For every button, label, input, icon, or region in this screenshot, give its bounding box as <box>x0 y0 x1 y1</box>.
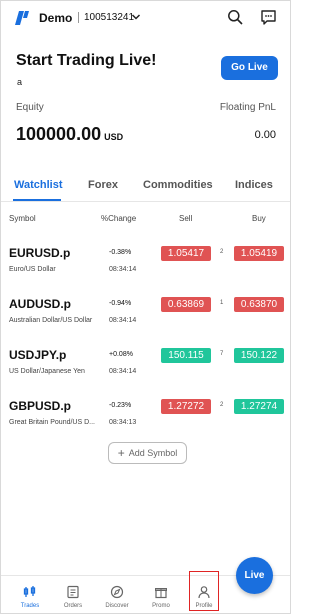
symbol-name: GBPUSD.p <box>9 399 72 413</box>
nav-promo[interactable]: Promo <box>141 576 181 613</box>
sell-price-button[interactable]: 1.27272 <box>161 399 211 414</box>
sell-price-button[interactable]: 1.05417 <box>161 246 211 261</box>
sell-price-button[interactable]: 0.63869 <box>161 297 211 312</box>
nav-trades[interactable]: Trades <box>10 576 50 613</box>
watchlist-row[interactable]: USDJPY.p US Dollar/Japanese Yen +0.08% 0… <box>1 348 290 398</box>
spread-value: 2 <box>220 402 224 408</box>
add-symbol-label: Add Symbol <box>128 448 178 458</box>
change-percent: -0.94% <box>109 300 132 307</box>
trades-icon <box>23 586 36 597</box>
quote-time: 08:34:14 <box>109 317 137 324</box>
spread-value: 1 <box>220 300 224 306</box>
top-bar: Demo 100513241 <box>1 1 290 37</box>
watchlist-row[interactable]: AUDUSD.p Australian Dollar/US Dollar -0.… <box>1 297 290 347</box>
tab-forex[interactable]: Forex <box>88 179 118 191</box>
account-number[interactable]: 100513241 <box>84 12 134 23</box>
account-type[interactable]: Demo <box>39 11 72 25</box>
compass-icon <box>110 585 124 599</box>
buy-price-button[interactable]: 150.122 <box>234 348 284 363</box>
quote-time: 08:34:13 <box>109 419 137 426</box>
equity-value: 100000.00 <box>16 124 102 144</box>
market-tabs: Watchlist Forex Commodities Indices <box>1 179 290 201</box>
nav-label: Trades <box>20 603 40 609</box>
change-percent: +0.08% <box>109 351 133 358</box>
go-live-button[interactable]: Go Live <box>221 56 278 80</box>
symbol-description: US Dollar/Japanese Yen <box>9 368 85 375</box>
sell-price-button[interactable]: 150.115 <box>161 348 211 363</box>
spread-value: 2 <box>220 249 224 255</box>
column-header-buy: Buy <box>252 214 266 223</box>
buy-price-button[interactable]: 1.05419 <box>234 246 284 261</box>
promo-title: Start Trading Live! <box>16 52 157 69</box>
symbol-name: EURUSD.p <box>9 246 71 260</box>
nav-label: Orders <box>63 603 83 609</box>
column-header-symbol: Symbol <box>9 214 36 223</box>
live-button[interactable]: Live <box>236 557 273 594</box>
plus-icon: + <box>117 446 125 460</box>
brand-logo-icon <box>15 11 29 25</box>
highlight-box <box>189 571 219 611</box>
change-percent: -0.23% <box>109 402 132 409</box>
orders-icon <box>67 585 79 599</box>
nav-label: Promo <box>152 603 170 609</box>
nav-discover[interactable]: Discover <box>97 576 137 613</box>
column-header-change: %Change <box>101 214 137 223</box>
column-header-sell: Sell <box>179 214 193 223</box>
add-symbol-button[interactable]: + Add Symbol <box>108 442 187 464</box>
buy-price-button[interactable]: 1.27274 <box>234 399 284 414</box>
divider <box>78 12 79 23</box>
change-percent: -0.38% <box>109 249 132 256</box>
symbol-name: AUDUSD.p <box>9 297 71 311</box>
nav-label: Discover <box>105 603 129 609</box>
tab-indices[interactable]: Indices <box>235 179 273 191</box>
symbol-name: USDJPY.p <box>9 348 67 362</box>
symbol-description: Great Britain Pound/US D... <box>9 419 95 426</box>
promo-subtitle: a <box>17 77 23 87</box>
watchlist-row[interactable]: EURUSD.p Euro/US Dollar -0.38% 08:34:14 … <box>1 246 290 296</box>
equity-label: Equity <box>16 102 44 113</box>
floating-pnl-value: 0.00 <box>254 129 276 141</box>
app-frame: Demo 100513241 Start Trading Live! a Go … <box>0 0 291 614</box>
spread-value: 7 <box>220 351 224 357</box>
symbol-description: Australian Dollar/US Dollar <box>9 317 93 324</box>
quote-time: 08:34:14 <box>109 368 137 375</box>
tab-watchlist[interactable]: Watchlist <box>14 179 63 191</box>
divider <box>1 201 290 202</box>
quote-time: 08:34:14 <box>109 266 137 273</box>
nav-orders[interactable]: Orders <box>53 576 93 613</box>
tab-commodities[interactable]: Commodities <box>143 179 213 191</box>
buy-price-button[interactable]: 0.63870 <box>234 297 284 312</box>
symbol-description: Euro/US Dollar <box>9 266 56 273</box>
chevron-down-icon[interactable] <box>131 12 141 22</box>
search-icon[interactable] <box>227 9 243 25</box>
gift-icon <box>155 588 167 599</box>
floating-pnl-label: Floating PnL <box>219 102 276 113</box>
chat-icon[interactable] <box>260 9 277 26</box>
equity-unit: USD <box>104 132 124 142</box>
equity-value-group: 100000.00 USD <box>16 124 123 145</box>
